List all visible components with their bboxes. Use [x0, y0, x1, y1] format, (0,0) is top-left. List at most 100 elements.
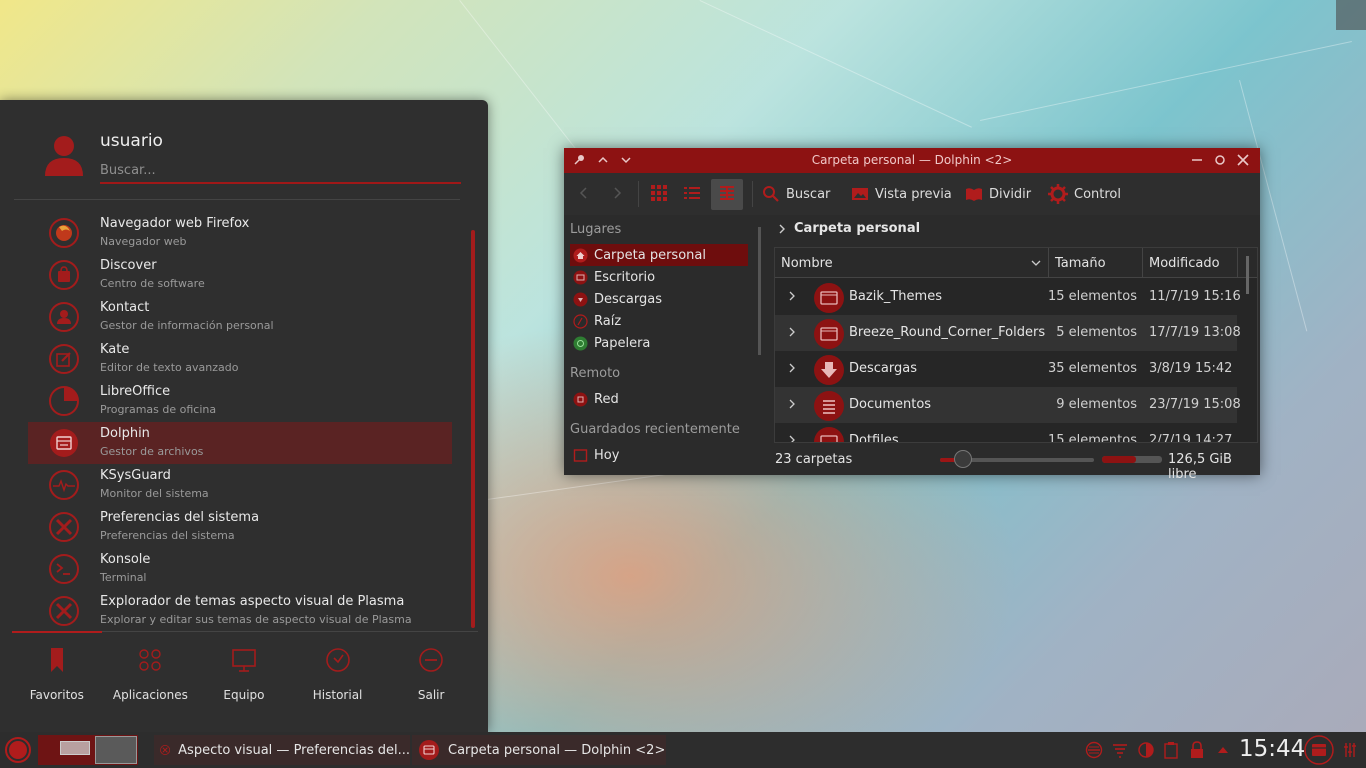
- virtual-desktop-pager[interactable]: [38, 735, 138, 765]
- column-name[interactable]: Nombre: [781, 256, 833, 271]
- desktop-1-thumbnail[interactable]: [60, 741, 90, 755]
- expand-chevron-icon[interactable]: [787, 362, 797, 374]
- disk-space-used: [1102, 456, 1136, 463]
- file-size: 9 elementos: [1056, 397, 1137, 412]
- place-desktop[interactable]: Escritorio: [570, 266, 748, 288]
- panel-settings-icon[interactable]: [1342, 741, 1358, 759]
- tab-computer[interactable]: Equipo: [197, 646, 291, 706]
- breadcrumb[interactable]: Carpeta personal: [794, 221, 920, 236]
- split-button[interactable]: Dividir: [965, 178, 1031, 210]
- tab-label: Favoritos: [29, 688, 84, 702]
- kate-icon: [49, 344, 79, 374]
- clipboard-icon[interactable]: [1162, 741, 1180, 759]
- app-name: LibreOffice: [100, 384, 171, 399]
- file-name: Breeze_Round_Corner_Folders: [849, 325, 1046, 340]
- network-status-icon[interactable]: [1085, 741, 1103, 759]
- table-row[interactable]: Descargas 35 elementos 3/8/19 15:42: [775, 351, 1237, 387]
- app-item-discover[interactable]: Discover Centro de software: [28, 254, 452, 296]
- preview-button-label: Vista previa: [875, 186, 952, 202]
- filter-icon[interactable]: [1111, 741, 1129, 759]
- desktop-toolbox-button[interactable]: [1336, 0, 1366, 30]
- places-scrollbar[interactable]: [758, 227, 761, 355]
- night-color-icon[interactable]: [1137, 741, 1155, 759]
- launcher-scrollbar[interactable]: [471, 230, 475, 628]
- search-input[interactable]: [100, 158, 461, 184]
- minimize-icon[interactable]: [1189, 152, 1205, 168]
- search-button[interactable]: Buscar: [762, 178, 830, 210]
- place-downloads[interactable]: Descargas: [570, 288, 748, 310]
- place-network[interactable]: Red: [570, 388, 748, 410]
- task-dolphin[interactable]: Carpeta personal — Dolphin <2>: [412, 735, 666, 765]
- task-system-settings[interactable]: Aspecto visual — Preferencias del...: [154, 735, 410, 765]
- expand-chevron-icon[interactable]: [787, 434, 797, 443]
- tab-label: Salir: [417, 688, 445, 702]
- expand-chevron-icon[interactable]: [787, 398, 797, 410]
- back-icon[interactable]: [574, 183, 594, 203]
- image-icon: [852, 188, 868, 200]
- details-view-icon[interactable]: [717, 183, 737, 203]
- file-name: Descargas: [849, 361, 918, 376]
- place-root[interactable]: Raíz: [570, 310, 748, 332]
- app-item-konsole[interactable]: Konsole Terminal: [28, 548, 452, 590]
- digital-clock[interactable]: 15:44: [1239, 736, 1305, 762]
- expand-chevron-icon[interactable]: [787, 290, 797, 302]
- icons-view-icon[interactable]: [649, 183, 669, 203]
- place-label: Carpeta personal: [594, 247, 706, 263]
- active-tab-indicator: [12, 631, 102, 633]
- lock-icon[interactable]: [1188, 741, 1206, 759]
- tab-leave[interactable]: Salir: [384, 646, 478, 706]
- window-titlebar[interactable]: Carpeta personal — Dolphin <2>: [564, 148, 1260, 173]
- trash-icon: [573, 336, 588, 350]
- table-row[interactable]: Dotfiles 15 elementos 2/7/19 14:27: [775, 423, 1237, 443]
- toolbar-separator: [752, 181, 753, 207]
- sort-chevron-down-icon[interactable]: [1031, 258, 1041, 268]
- tab-applications[interactable]: Aplicaciones: [104, 646, 198, 706]
- root-icon: [573, 313, 588, 329]
- file-size: 35 elementos: [1047, 361, 1137, 376]
- launcher-menu-icon[interactable]: [4, 736, 32, 764]
- toolbar-separator: [638, 181, 639, 207]
- app-name: Konsole: [100, 552, 151, 567]
- app-item-firefox[interactable]: Navegador web Firefox Navegador web: [28, 212, 452, 254]
- tab-label: Aplicaciones: [112, 688, 188, 702]
- table-row[interactable]: Bazik_Themes 15 elementos 11/7/19 15:16: [775, 279, 1241, 315]
- ksysguard-icon: [49, 470, 79, 500]
- app-item-kate[interactable]: Kate Editor de texto avanzado: [28, 338, 452, 380]
- wallpaper-line: [980, 40, 1352, 121]
- close-icon[interactable]: [1235, 152, 1251, 168]
- file-list-scrollbar[interactable]: [1246, 256, 1249, 294]
- chevron-up-icon[interactable]: [1214, 741, 1232, 759]
- app-item-libreoffice[interactable]: LibreOffice Programas de oficina: [28, 380, 452, 422]
- desktop-2-thumbnail[interactable]: [95, 736, 137, 764]
- compact-view-icon[interactable]: [682, 183, 702, 203]
- network-icon: [573, 392, 588, 406]
- maximize-icon[interactable]: [1212, 152, 1228, 168]
- place-trash[interactable]: Papelera: [570, 332, 748, 354]
- tab-history[interactable]: Historial: [291, 646, 385, 706]
- column-modified[interactable]: Modificado: [1149, 256, 1220, 271]
- control-button[interactable]: Control: [1048, 178, 1121, 210]
- kontact-icon: [49, 302, 79, 332]
- app-item-dolphin[interactable]: Dolphin Gestor de archivos: [28, 422, 452, 464]
- user-avatar-icon: [45, 136, 83, 176]
- app-item-ksysguard[interactable]: KSysGuard Monitor del sistema: [28, 464, 452, 506]
- bookmark-icon: [50, 648, 63, 672]
- expand-chevron-icon[interactable]: [787, 326, 797, 338]
- app-item-kontact[interactable]: Kontact Gestor de información personal: [28, 296, 452, 338]
- remote-header: Remoto: [570, 366, 621, 381]
- place-label: Escritorio: [594, 269, 656, 285]
- app-item-system-settings[interactable]: Preferencias del sistema Preferencias de…: [28, 506, 452, 548]
- table-row[interactable]: Documentos 9 elementos 23/7/19 15:08: [775, 387, 1241, 423]
- tab-favorites[interactable]: Favoritos: [10, 646, 104, 706]
- zoom-slider-handle[interactable]: [954, 450, 972, 468]
- dolphin-icon[interactable]: [1304, 735, 1334, 765]
- app-description: Navegador web: [100, 235, 187, 248]
- preview-button[interactable]: Vista previa: [851, 178, 952, 210]
- table-row[interactable]: Breeze_Round_Corner_Folders 5 elementos …: [775, 315, 1241, 351]
- column-size[interactable]: Tamaño: [1055, 256, 1106, 271]
- file-size: 15 elementos: [1047, 289, 1137, 304]
- forward-icon[interactable]: [607, 183, 627, 203]
- app-item-theme-explorer[interactable]: Explorador de temas aspecto visual de Pl…: [28, 590, 452, 632]
- app-description: Explorar y editar sus temas de aspecto v…: [100, 613, 412, 626]
- place-home[interactable]: Carpeta personal: [570, 244, 748, 266]
